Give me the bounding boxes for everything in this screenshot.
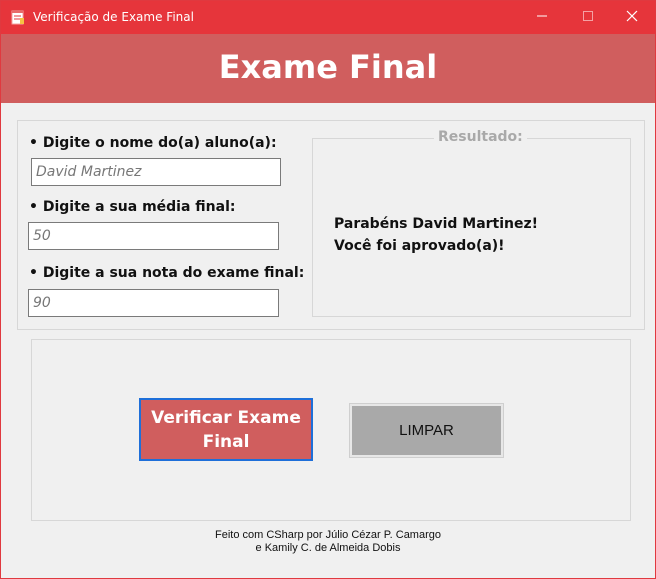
name-input[interactable]: David Martinez <box>31 158 281 186</box>
header-banner: Exame Final <box>1 34 655 103</box>
page-title: Exame Final <box>218 48 438 86</box>
credits-line-2: e Kamily C. de Almeida Dobis <box>255 542 401 554</box>
app-window: Verificação de Exame Final Exame Final •… <box>0 0 656 579</box>
title-bar[interactable]: Verificação de Exame Final <box>1 1 655 34</box>
exam-input[interactable]: 90 <box>28 289 279 317</box>
minimize-button[interactable] <box>519 1 565 34</box>
maximize-icon <box>582 9 594 27</box>
window-title: Verificação de Exame Final <box>33 10 194 24</box>
average-input[interactable]: 50 <box>28 222 279 250</box>
name-label: • Digite o nome do(a) aluno(a): <box>29 135 277 151</box>
average-label: • Digite a sua média final: <box>29 199 236 215</box>
close-icon <box>626 9 638 27</box>
clear-button[interactable]: LIMPAR <box>349 403 504 458</box>
buttons-panel <box>31 339 631 521</box>
minimize-icon <box>536 9 548 27</box>
credits-line-1: Feito com CSharp por Júlio Cézar P. Cama… <box>214 529 441 541</box>
notepad-icon <box>11 9 25 25</box>
verify-button[interactable]: Verificar Exame Final <box>139 398 313 461</box>
result-line-2: Você foi aprovado(a)! <box>334 238 505 254</box>
result-legend: Resultado: <box>434 129 527 145</box>
credits-footer: Feito com CSharp por Júlio Cézar P. Cama… <box>1 529 655 555</box>
exam-label: • Digite a sua nota do exame final: <box>29 265 305 281</box>
close-button[interactable] <box>609 1 655 34</box>
result-line-1: Parabéns David Martinez! <box>334 216 539 232</box>
maximize-button[interactable] <box>565 1 611 34</box>
